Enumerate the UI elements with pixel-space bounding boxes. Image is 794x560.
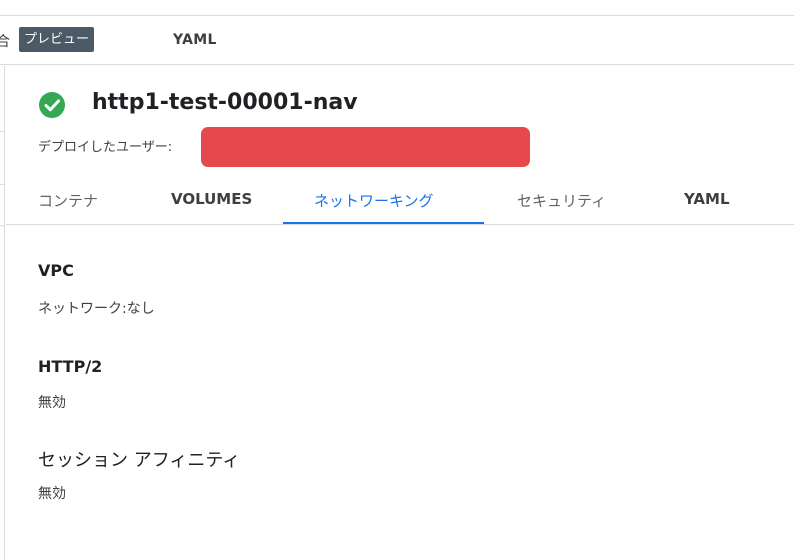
tab-container[interactable]: コンテナ <box>38 190 98 211</box>
check-circle-icon <box>39 92 65 118</box>
tab-yaml[interactable]: YAML <box>684 190 730 208</box>
top-tab-bar: 合 プレビュー YAML <box>0 15 794 65</box>
rail-divider <box>0 184 5 185</box>
redacted-user <box>201 127 530 167</box>
section-title-session-affinity: セッション アフィニティ <box>38 450 241 471</box>
rail-divider <box>0 225 5 226</box>
rail-divider <box>0 131 5 132</box>
section-value-session-affinity: 無効 <box>38 486 66 502</box>
section-value-http2: 無効 <box>38 395 66 411</box>
service-revision-panel: 合 プレビュー YAML http1-test-00001-nav デプロイした… <box>0 0 794 560</box>
section-title-vpc: VPC <box>38 261 74 280</box>
section-value-vpc: ネットワーク:なし <box>38 301 155 317</box>
preview-badge: プレビュー <box>19 27 95 52</box>
truncated-label: 合 <box>0 34 10 50</box>
tab-yaml-top[interactable]: YAML <box>173 32 217 48</box>
tab-security[interactable]: セキュリティ <box>517 190 606 211</box>
tab-volumes[interactable]: VOLUMES <box>171 190 252 208</box>
tab-networking[interactable]: ネットワーキング <box>314 190 434 211</box>
revision-title: http1-test-00001-nav <box>92 90 358 115</box>
tabs-divider <box>6 224 794 225</box>
left-rail <box>0 66 5 560</box>
deployer-label: デプロイしたユーザー: <box>38 140 173 155</box>
section-title-http2: HTTP/2 <box>38 357 103 376</box>
